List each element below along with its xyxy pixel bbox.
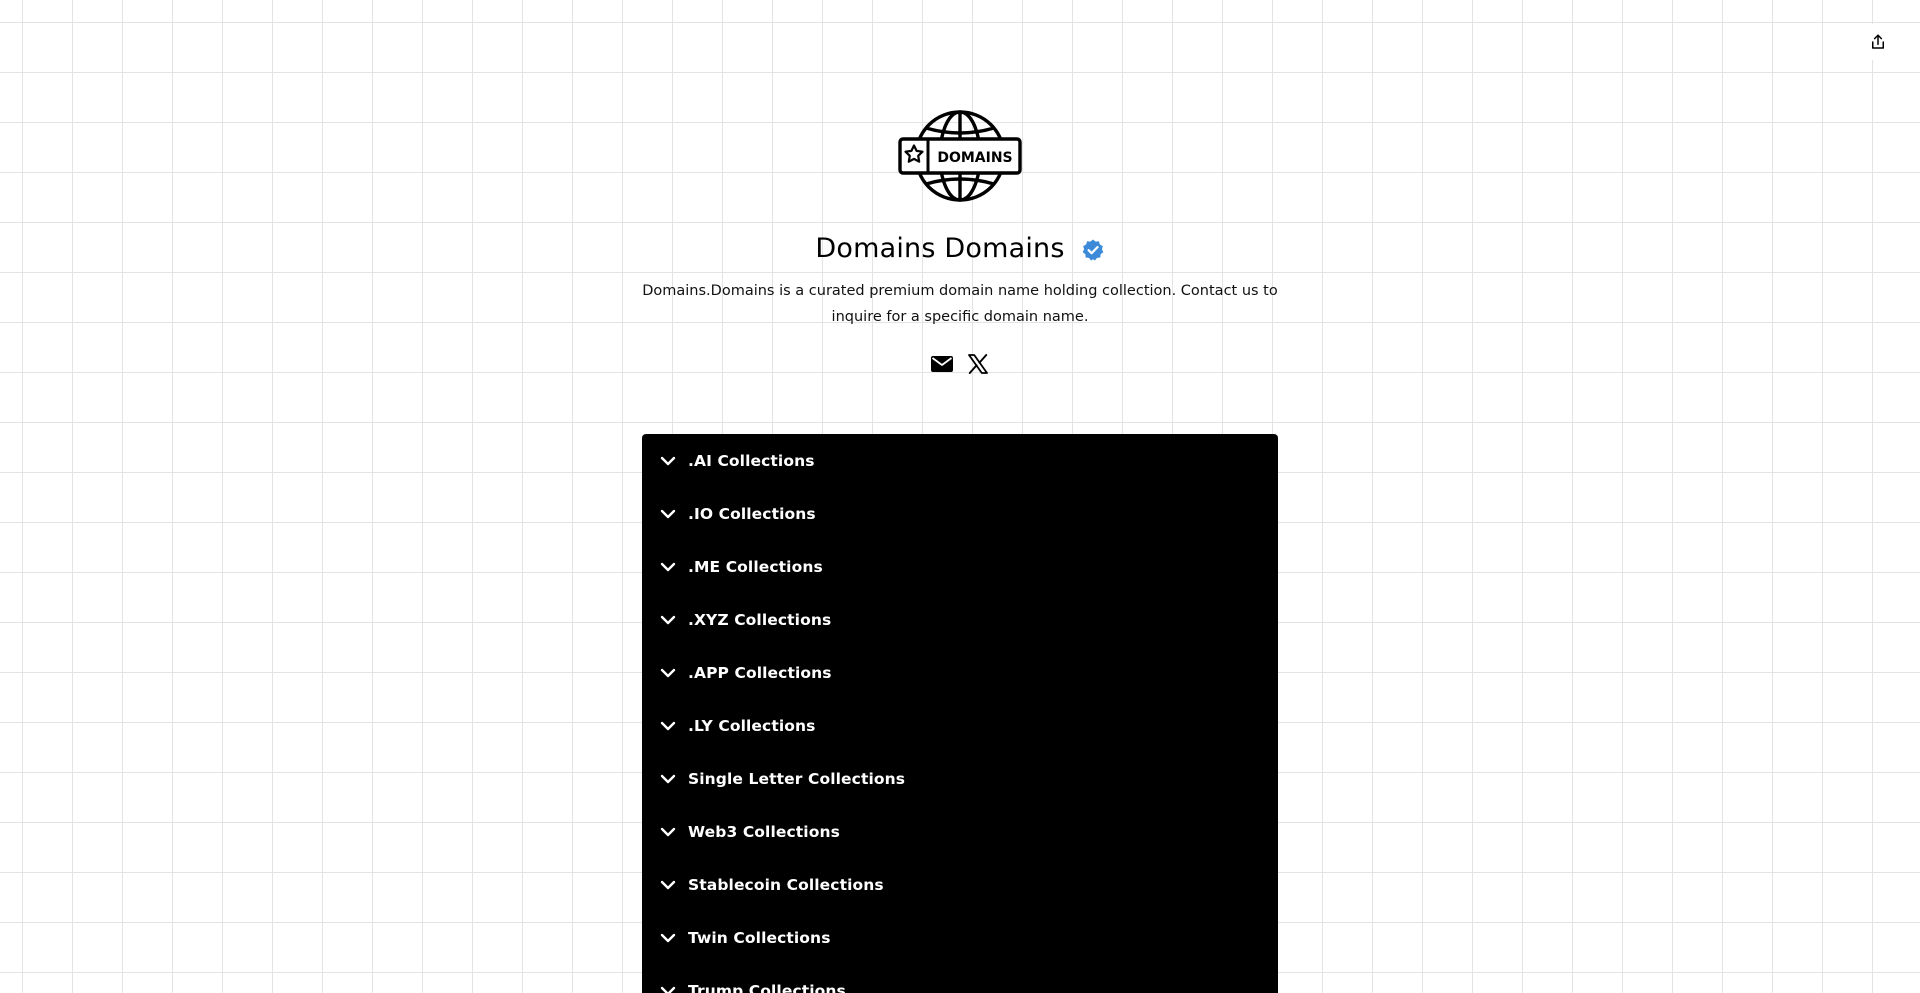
- collection-item-ai[interactable]: .AI Collections: [642, 434, 1278, 487]
- collection-label: .AI Collections: [688, 451, 815, 470]
- chevron-down-icon: [660, 509, 676, 518]
- chevron-down-icon: [660, 827, 676, 836]
- collection-item-trump[interactable]: Trump Collections: [642, 964, 1278, 993]
- x-icon: [968, 354, 988, 374]
- x-link[interactable]: [966, 352, 990, 376]
- collection-item-twin[interactable]: Twin Collections: [642, 911, 1278, 964]
- chevron-down-icon: [660, 880, 676, 889]
- social-links: [930, 352, 990, 376]
- profile-header: DOMAINS Domains Domains Domains.Domains …: [0, 108, 1920, 376]
- collection-item-xyz[interactable]: .XYZ Collections: [642, 593, 1278, 646]
- collections-accordion: .AI Collections .IO Collections .ME Coll…: [642, 434, 1278, 993]
- collection-item-io[interactable]: .IO Collections: [642, 487, 1278, 540]
- collection-label: .IO Collections: [688, 504, 816, 523]
- chevron-down-icon: [660, 774, 676, 783]
- chevron-down-icon: [660, 615, 676, 624]
- collection-label: Trump Collections: [688, 981, 846, 993]
- chevron-down-icon: [660, 986, 676, 993]
- collection-item-me[interactable]: .ME Collections: [642, 540, 1278, 593]
- logo-text: DOMAINS: [937, 150, 1012, 166]
- collection-item-ly[interactable]: .LY Collections: [642, 699, 1278, 752]
- collection-label: .ME Collections: [688, 557, 823, 576]
- chevron-down-icon: [660, 933, 676, 942]
- chevron-down-icon: [660, 668, 676, 677]
- collection-item-stablecoin[interactable]: Stablecoin Collections: [642, 858, 1278, 911]
- email-link[interactable]: [930, 352, 954, 376]
- collection-label: Stablecoin Collections: [688, 875, 884, 894]
- share-button[interactable]: [1860, 24, 1896, 60]
- page-title: Domains Domains: [815, 232, 1065, 264]
- collection-label: Single Letter Collections: [688, 769, 906, 788]
- globe-logo-icon: DOMAINS: [898, 110, 1022, 202]
- verified-badge-icon: [1082, 239, 1103, 261]
- chevron-down-icon: [660, 562, 676, 571]
- collection-label: Twin Collections: [688, 928, 831, 947]
- profile-description: Domains.Domains is a curated premium dom…: [642, 283, 1278, 325]
- collection-item-single-letter[interactable]: Single Letter Collections: [642, 752, 1278, 805]
- collection-item-app[interactable]: .APP Collections: [642, 646, 1278, 699]
- chevron-down-icon: [660, 721, 676, 730]
- collection-label: .APP Collections: [688, 663, 832, 682]
- title-row: Domains Domains: [815, 230, 1104, 266]
- collection-label: .XYZ Collections: [688, 610, 832, 629]
- chevron-down-icon: [660, 456, 676, 465]
- collection-label: .LY Collections: [688, 716, 816, 735]
- collection-label: Web3 Collections: [688, 822, 840, 841]
- collection-item-web3[interactable]: Web3 Collections: [642, 805, 1278, 858]
- email-icon: [931, 356, 953, 372]
- share-icon: [1872, 34, 1884, 49]
